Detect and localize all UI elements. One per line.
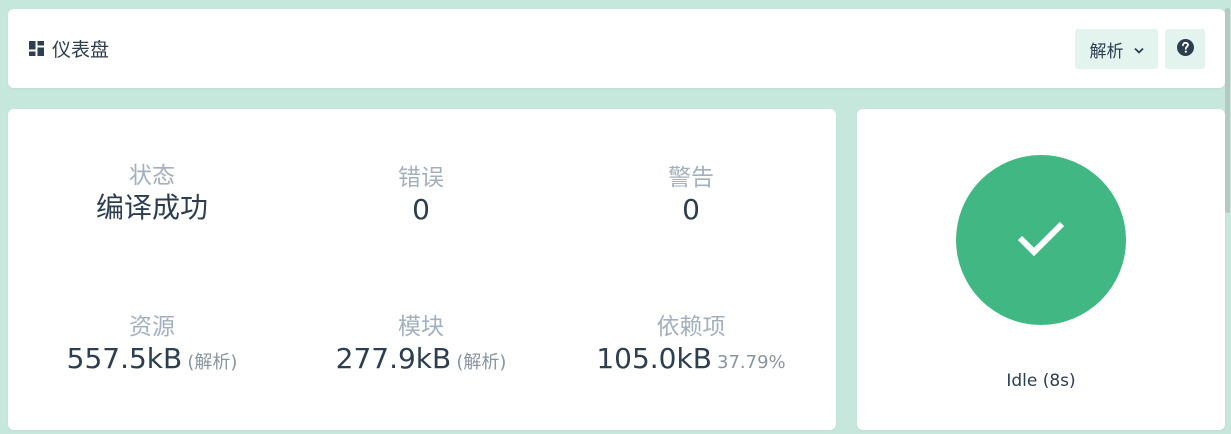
stat-modules: 模块 277.9kB (解析)	[291, 312, 551, 376]
header-bar: 仪表盘 解析	[8, 9, 1225, 88]
stat-modules-sub: (解析)	[456, 352, 507, 373]
build-status-card: Idle (8s)	[857, 109, 1225, 430]
stat-warnings-value: 0	[682, 193, 700, 226]
page-title: 仪表盘	[52, 39, 110, 61]
stat-modules-value-line: 277.9kB (解析)	[291, 342, 551, 376]
stat-assets: 资源 557.5kB (解析)	[22, 312, 282, 376]
stat-warnings-label: 警告	[668, 165, 714, 191]
stats-panel: 状态 编译成功 错误 0 警告 0 资源 557.5kB (解析) 模块 277…	[8, 109, 836, 430]
stat-modules-value: 277.9kB	[335, 342, 452, 375]
stat-dependencies-value: 105.0kB	[596, 342, 712, 375]
stat-errors-value: 0	[412, 193, 430, 226]
stat-errors-label: 错误	[398, 165, 444, 191]
mode-dropdown-label: 解析	[1089, 41, 1124, 62]
stat-assets-value: 557.5kB	[66, 342, 183, 375]
stat-assets-label: 资源	[129, 314, 175, 340]
stat-dependencies-value-line: 105.0kB 37.79%	[561, 342, 821, 376]
check-icon	[1017, 220, 1065, 260]
stat-status-value: 编译成功	[95, 191, 208, 224]
status-indicator	[956, 155, 1126, 325]
stat-dependencies: 依赖项 105.0kB 37.79%	[561, 312, 821, 376]
chevron-down-icon	[1133, 39, 1144, 59]
scrollbar-thumb[interactable]	[1225, 8, 1230, 213]
help-button[interactable]	[1165, 29, 1205, 69]
page-title-group: 仪表盘	[29, 9, 109, 88]
stat-errors: 错误 0	[291, 163, 551, 227]
status-text: Idle (8s)	[1006, 371, 1076, 391]
stat-warnings: 警告 0	[561, 163, 821, 227]
stat-assets-sub: (解析)	[187, 352, 238, 373]
stat-assets-value-line: 557.5kB (解析)	[22, 342, 282, 376]
mode-dropdown-button[interactable]: 解析	[1075, 29, 1158, 69]
question-circle-icon	[1176, 38, 1194, 60]
stat-status-label: 状态	[129, 163, 175, 189]
stat-dependencies-sub: 37.79%	[717, 352, 786, 373]
stat-dependencies-label: 依赖项	[656, 314, 726, 340]
stat-status: 状态 编译成功	[22, 161, 282, 225]
stat-modules-label: 模块	[398, 314, 444, 340]
dashboard-icon	[29, 41, 44, 56]
